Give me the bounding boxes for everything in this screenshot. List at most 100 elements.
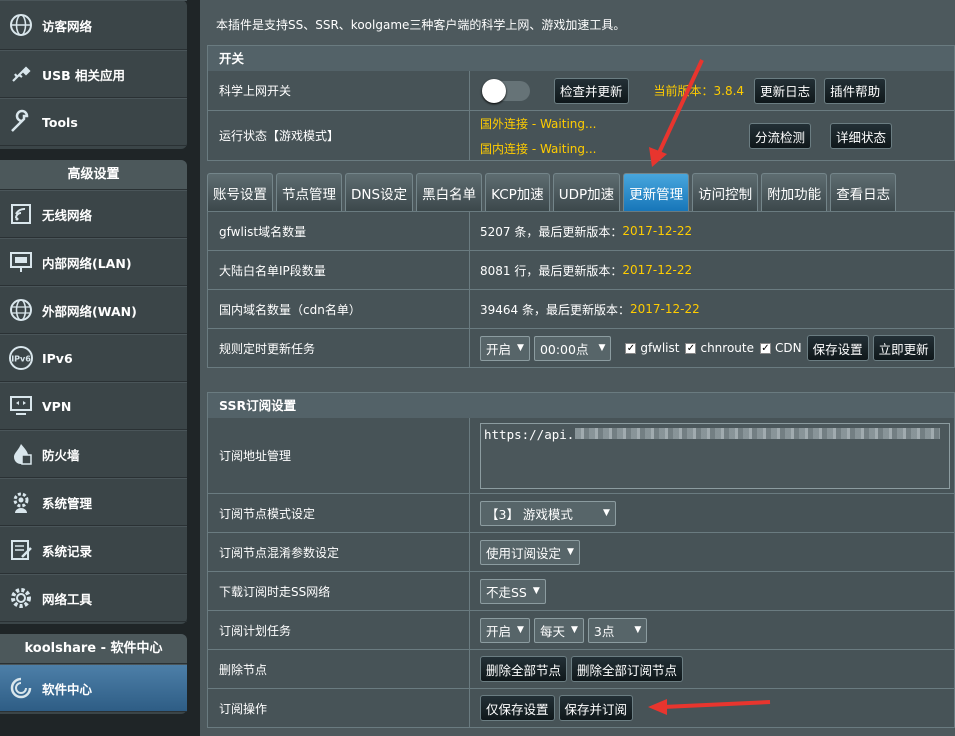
sidebar-item-label: Tools — [42, 114, 78, 130]
sub-via-ss-label: 下载订阅时走SS网络 — [208, 572, 470, 610]
changelog-button[interactable]: 更新日志 — [754, 77, 817, 104]
software-center-icon — [8, 675, 34, 701]
chnroute-count-label: 大陆白名单IP段数量 — [208, 251, 470, 289]
sidebar-item-label: 外部网络(WAN) — [42, 303, 137, 319]
sub-plan-hour-select[interactable]: 3点 ▼ — [587, 617, 648, 643]
switch-label: 科学上网开关 — [208, 71, 470, 110]
status-label: 运行状态【游戏模式】 — [208, 111, 470, 160]
sub-op-label: 订阅操作 — [208, 689, 470, 727]
tab-dns[interactable]: DNS设定 — [345, 173, 414, 211]
software-center-header: koolshare - 软件中心 — [0, 634, 187, 664]
foreign-status: 国外连接 - Waiting... — [480, 116, 597, 131]
tab-nodes[interactable]: 节点管理 — [276, 173, 342, 211]
tab-kcp[interactable]: KCP加速 — [485, 173, 550, 211]
chnroute-version: 2017-12-22 — [622, 263, 693, 277]
sidebar-item-network-tools[interactable]: 网络工具 — [0, 574, 187, 622]
table-row: 大陆白名单IP段数量 8081 行，最后更新版本： 2017-12-22 — [207, 251, 955, 290]
save-and-subscribe-button[interactable]: 保存并订阅 — [558, 695, 634, 721]
sub-obfs-row: 订阅节点混淆参数设定 使用订阅设定 ▼ — [207, 533, 955, 572]
sidebar-item-lan[interactable]: 内部网络(LAN) — [0, 238, 187, 286]
tab-logs[interactable]: 查看日志 — [830, 173, 897, 211]
sub-plan-row: 订阅计划任务 开启 ▼ 每天 ▼ 3点 ▼ — [207, 611, 955, 650]
schedule-row: 规则定时更新任务 开启 ▼ 00:00点 ▼ ✓ gfwlist ✓ chnroute … — [207, 329, 955, 368]
sub-mode-label: 订阅节点模式设定 — [208, 494, 470, 532]
sidebar-item-guest-network[interactable]: 访客网络 — [0, 0, 187, 50]
sidebar-item-system-admin[interactable]: 系统管理 — [0, 478, 187, 526]
sidebar-item-firewall[interactable]: 防火墙 — [0, 430, 187, 478]
sub-url-row: 订阅地址管理 — [207, 418, 955, 494]
tab-update-management[interactable]: 更新管理 — [623, 173, 690, 211]
delete-nodes-label: 删除节点 — [208, 650, 470, 688]
chnroute-checkbox[interactable]: ✓ chnroute — [685, 341, 754, 355]
chnroute-count-value: 8081 行，最后更新版本： — [480, 263, 623, 278]
current-version-text: 当前版本：3.8.4 — [653, 84, 745, 98]
vpn-icon — [8, 393, 34, 419]
sub-plan-day-select[interactable]: 每天 ▼ — [533, 617, 584, 643]
update-now-button[interactable]: 立即更新 — [872, 335, 935, 361]
check-update-button[interactable]: 检查并更新 — [554, 77, 629, 104]
sidebar-item-label: IPv6 — [42, 350, 73, 366]
globe-icon — [8, 297, 34, 323]
sub-op-row: 订阅操作 仅保存设置 保存并订阅 — [207, 689, 955, 728]
tab-udp[interactable]: UDP加速 — [552, 173, 621, 211]
cdn-version: 2017-12-22 — [630, 302, 700, 316]
wrench-icon — [8, 109, 34, 135]
ssr-section: SSR订阅设置 订阅地址管理 订阅节点模式设定 【3】 游戏模式▼ 订阅节点混淆… — [207, 392, 955, 728]
schedule-enable-select[interactable]: 开启 ▼ — [480, 335, 530, 361]
schedule-label: 规则定时更新任务 — [208, 329, 470, 367]
ipv6-icon: IPv6 — [8, 345, 34, 371]
gfwlist-count-value: 5207 条，最后更新版本： — [480, 224, 623, 239]
sidebar-item-wan[interactable]: 外部网络(WAN) — [0, 286, 187, 334]
switch-section: 开关 科学上网开关 检查并更新 当前版本：3.8.4 更新日志 插件帮助 运行状… — [207, 45, 955, 161]
log-icon — [8, 537, 34, 563]
tab-addons[interactable]: 附加功能 — [761, 173, 828, 211]
sub-via-ss-select[interactable]: 不走SS ▼ — [480, 578, 546, 604]
gfwlist-version: 2017-12-22 — [622, 224, 693, 238]
schedule-time-select[interactable]: 00:00点 ▼ — [533, 335, 612, 361]
delete-sub-nodes-button[interactable]: 删除全部订阅节点 — [571, 656, 684, 682]
tab-account[interactable]: 账号设置 — [207, 173, 273, 211]
switch-row: 科学上网开关 检查并更新 当前版本：3.8.4 更新日志 插件帮助 — [207, 71, 955, 111]
sidebar-item-vpn[interactable]: VPN — [0, 382, 187, 430]
tab-bar: 账号设置 节点管理 DNS设定 黑白名单 KCP加速 UDP加速 更新管理 访问… — [207, 173, 897, 211]
wifi-icon — [8, 201, 34, 227]
sub-url-label: 订阅地址管理 — [208, 418, 470, 493]
sub-plan-enable-select[interactable]: 开启 ▼ — [480, 617, 530, 643]
plugin-help-button[interactable]: 插件帮助 — [824, 77, 887, 104]
sidebar-item-ipv6[interactable]: IPv6 IPv6 — [0, 334, 187, 382]
gfwlist-checkbox[interactable]: ✓ gfwlist — [625, 341, 679, 355]
sidebar-item-wireless[interactable]: 无线网络 — [0, 190, 187, 238]
table-row: gfwlist域名数量 5207 条，最后更新版本： 2017-12-22 — [207, 212, 955, 251]
lan-icon — [8, 249, 34, 275]
tab-access-control[interactable]: 访问控制 — [692, 173, 759, 211]
detail-status-button[interactable]: 详细状态 — [830, 123, 893, 149]
sidebar-item-system-log[interactable]: 系统记录 — [0, 526, 187, 574]
main-panel: 本插件是支持SS、SSR、koolgame三种客户端的科学上网、游戏加速工具。 … — [200, 0, 955, 736]
sub-obfs-select[interactable]: 使用订阅设定 ▼ — [480, 539, 580, 565]
sidebar: 访客网络 USB 相关应用 Tools 高级设置 无线网络 内部网络(LAN) … — [0, 0, 200, 736]
sub-mode-row: 订阅节点模式设定 【3】 游戏模式 ▼ — [207, 494, 955, 533]
update-table: gfwlist域名数量 5207 条，最后更新版本： 2017-12-22 大陆白… — [207, 211, 955, 368]
tab-blacklist[interactable]: 黑白名单 — [416, 173, 483, 211]
proxy-toggle[interactable] — [482, 78, 530, 103]
sidebar-item-tools[interactable]: Tools — [0, 98, 187, 146]
save-only-button[interactable]: 仅保存设置 — [480, 695, 555, 721]
sub-mode-select[interactable]: 【3】 游戏模式 ▼ — [480, 500, 616, 526]
sidebar-item-label: 访客网络 — [42, 18, 93, 34]
save-settings-button[interactable]: 保存设置 — [806, 335, 869, 361]
split-detect-button[interactable]: 分流检测 — [749, 123, 812, 149]
sidebar-item-usb[interactable]: USB 相关应用 — [0, 50, 187, 98]
switch-section-title: 开关 — [207, 45, 955, 71]
gear-icon — [8, 585, 34, 611]
sidebar-item-label: USB 相关应用 — [42, 67, 126, 83]
sidebar-item-label: 防火墙 — [42, 447, 80, 463]
gear-person-icon — [8, 489, 34, 515]
cdn-checkbox[interactable]: ✓ CDN — [759, 341, 802, 355]
sidebar-item-label: VPN — [42, 398, 72, 414]
delete-all-nodes-button[interactable]: 删除全部节点 — [480, 656, 568, 682]
sidebar-item-label: 无线网络 — [42, 207, 93, 223]
sidebar-item-software-center[interactable]: 软件中心 — [0, 664, 187, 712]
delete-nodes-row: 删除节点 删除全部节点 删除全部订阅节点 — [207, 650, 955, 689]
advanced-settings-header: 高级设置 — [0, 160, 187, 190]
gfwlist-count-label: gfwlist域名数量 — [208, 212, 470, 250]
